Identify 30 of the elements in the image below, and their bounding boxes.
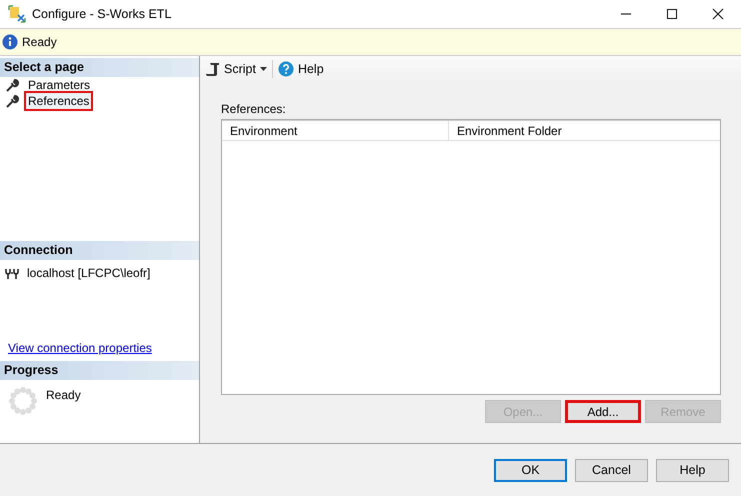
caret-icon [260,67,267,71]
help-icon [278,61,294,77]
dialog-button[interactable]: Help [656,458,729,482]
wrench-icon [6,94,19,108]
connection-text: localhost [LFCPC\leofr] [27,266,150,280]
section-heading: Select a page [0,58,199,77]
dialog-button[interactable]: Cancel [575,458,648,482]
section-heading: Connection [0,241,199,260]
info-icon [2,34,18,50]
window-title: Configure - S-Works ETL [32,7,172,21]
grid-action-button[interactable]: Add... [565,400,641,423]
close-icon[interactable] [712,8,724,20]
page-item[interactable]: References [24,91,94,111]
references-label: References: [221,102,287,116]
plug-icon [5,267,21,279]
column-header[interactable]: Environment [222,121,449,140]
column-header[interactable]: Environment Folder [449,121,570,140]
connection-properties-link[interactable]: View connection properties [0,341,199,361]
wrench-icon [6,78,19,92]
references-grid[interactable]: Environment Environment Folder [221,119,721,395]
status-text: Ready [22,35,57,49]
script-button[interactable]: Script [204,60,269,78]
dialog-button[interactable]: OK [494,458,567,482]
scroll-icon [206,62,220,76]
maximize-icon[interactable] [666,8,678,20]
app-icon [8,5,26,23]
spinner-icon [8,386,38,416]
help-button[interactable]: Help [276,59,326,79]
progress-status: Ready [46,387,81,404]
section-heading: Progress [0,361,199,380]
